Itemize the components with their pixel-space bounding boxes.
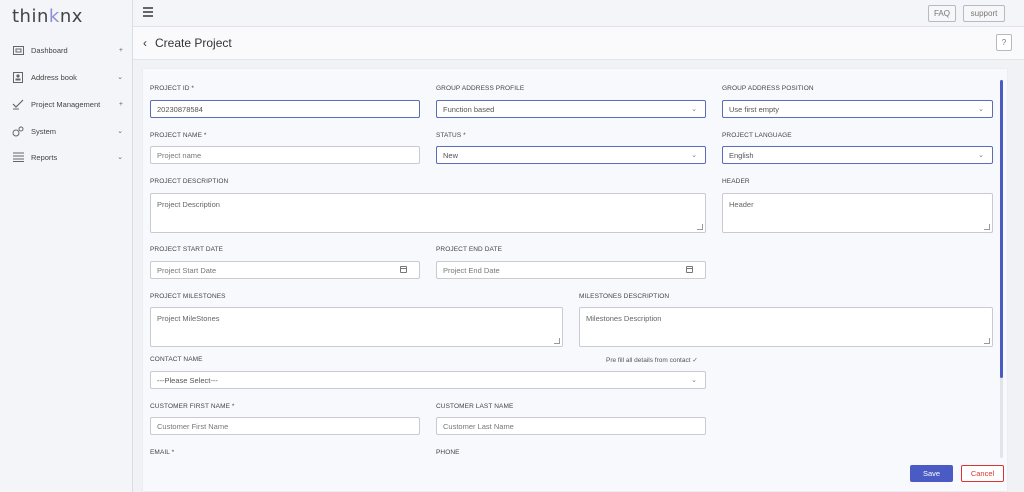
calendar-icon[interactable] [400, 266, 407, 273]
chevron-down-icon: ⌄ [691, 377, 697, 384]
status-label: STATUS * [436, 132, 466, 139]
project-milestones-label: PROJECT MILESTONES [150, 293, 226, 300]
project-description-textarea[interactable]: Project Description [150, 193, 706, 233]
group-address-profile-label: GROUP ADDRESS PROFILE [436, 85, 525, 92]
group-address-profile-select[interactable]: Function based ⌄ [436, 100, 706, 118]
project-end-date-input[interactable]: Project End Date [436, 261, 706, 279]
customer-last-name-label: CUSTOMER LAST NAME [436, 403, 514, 410]
chevron-down-icon: ⌄ [691, 152, 697, 159]
project-description-label: PROJECT DESCRIPTION [150, 178, 229, 185]
sidebar-item-label: Reports [31, 152, 58, 162]
project-name-input[interactable]: Project name [150, 146, 420, 164]
help-button[interactable]: ? [996, 34, 1012, 51]
sidebar: thinknx Dashboard + Address book ⌄ Proje… [0, 0, 133, 492]
plus-icon: + [118, 46, 123, 54]
chevron-down-icon: ⌄ [978, 152, 984, 159]
sidebar-item-label: System [31, 126, 57, 136]
support-button[interactable]: support [963, 5, 1005, 22]
group-address-position-label: GROUP ADDRESS POSITION [722, 85, 814, 92]
sidebar-item-reports[interactable]: Reports ⌄ [0, 147, 133, 167]
sidebar-item-address-book[interactable]: Address book ⌄ [0, 67, 133, 87]
project-language-select[interactable]: English ⌄ [722, 146, 993, 164]
prefill-from-contact-link[interactable]: Pre fill all details from contact ✓ [606, 356, 698, 364]
project-id-label: PROJECT ID * [150, 85, 195, 92]
chevron-down-icon: ⌄ [691, 106, 697, 113]
chevron-down-icon: ⌄ [117, 128, 123, 135]
chevron-down-icon: ⌄ [117, 74, 123, 81]
thinknx-logo[interactable]: thinknx [12, 6, 83, 27]
input-placeholder: Project End Date [443, 265, 500, 275]
calendar-icon[interactable] [686, 266, 693, 273]
project-name-label: PROJECT NAME * [150, 132, 207, 139]
dashboard-icon [12, 44, 24, 56]
select-value: English [729, 150, 754, 160]
select-value: ---Please Select--- [157, 375, 218, 385]
gears-icon [12, 125, 24, 137]
project-start-date-label: PROJECT START DATE [150, 246, 224, 253]
sidebar-item-system[interactable]: System ⌄ [0, 121, 133, 141]
top-bar: FAQ support [133, 0, 1024, 27]
project-management-icon [12, 98, 24, 110]
sidebar-item-dashboard[interactable]: Dashboard + [0, 40, 133, 60]
form-scrollbar-thumb[interactable] [1000, 80, 1003, 378]
group-address-position-select[interactable]: Use first empty ⌄ [722, 100, 993, 118]
chevron-down-icon: ⌄ [117, 154, 123, 161]
address-book-icon [12, 71, 24, 83]
project-end-date-label: PROJECT END DATE [436, 246, 503, 253]
header-textarea[interactable]: Header [722, 193, 993, 233]
project-start-date-input[interactable]: Project Start Date [150, 261, 420, 279]
sidebar-item-project-management[interactable]: Project Management + [0, 94, 133, 114]
email-label: EMAIL * [150, 449, 175, 456]
select-value: Function based [443, 104, 495, 114]
project-id-input[interactable]: 20230878584 [150, 100, 420, 118]
hamburger-menu-icon[interactable] [143, 7, 153, 17]
resize-handle-icon[interactable] [697, 224, 703, 230]
phone-label: PHONE [436, 449, 460, 456]
page-title: Create Project [155, 36, 232, 50]
contact-name-select[interactable]: ---Please Select--- ⌄ [150, 371, 706, 389]
resize-handle-icon[interactable] [984, 338, 990, 344]
input-placeholder: Project Start Date [157, 265, 217, 275]
sidebar-item-label: Address book [31, 72, 77, 82]
sidebar-item-label: Project Management [31, 99, 101, 109]
resize-handle-icon[interactable] [554, 338, 560, 344]
project-language-label: PROJECT LANGUAGE [722, 132, 792, 139]
customer-last-name-input[interactable]: Customer Last Name [436, 417, 706, 435]
customer-first-name-label: CUSTOMER FIRST NAME * [150, 403, 235, 410]
save-button[interactable]: Save [910, 465, 953, 482]
textarea-placeholder: Project Description [157, 200, 220, 209]
contact-name-label: CONTACT NAME [150, 356, 203, 363]
select-value: New [443, 150, 459, 160]
milestones-description-textarea[interactable]: Milestones Description [579, 307, 993, 347]
page-header: ‹ Create Project ? [133, 27, 1024, 60]
sidebar-item-label: Dashboard [31, 45, 68, 55]
faq-button[interactable]: FAQ [928, 5, 956, 22]
plus-icon: + [118, 100, 123, 108]
textarea-placeholder: Project MileStones [157, 314, 220, 323]
back-arrow-icon[interactable]: ‹ [143, 36, 147, 50]
milestones-description-label: MILESTONES DESCRIPTION [579, 293, 670, 300]
project-milestones-textarea[interactable]: Project MileStones [150, 307, 563, 347]
status-select[interactable]: New ⌄ [436, 146, 706, 164]
textarea-placeholder: Header [729, 200, 754, 209]
resize-handle-icon[interactable] [984, 224, 990, 230]
reports-icon [12, 151, 24, 163]
cancel-button[interactable]: Cancel [961, 465, 1004, 482]
header-label: HEADER [722, 178, 750, 185]
chevron-down-icon: ⌄ [978, 106, 984, 113]
customer-first-name-input[interactable]: Customer First Name [150, 417, 420, 435]
select-value: Use first empty [729, 104, 780, 114]
textarea-placeholder: Milestones Description [586, 314, 662, 323]
